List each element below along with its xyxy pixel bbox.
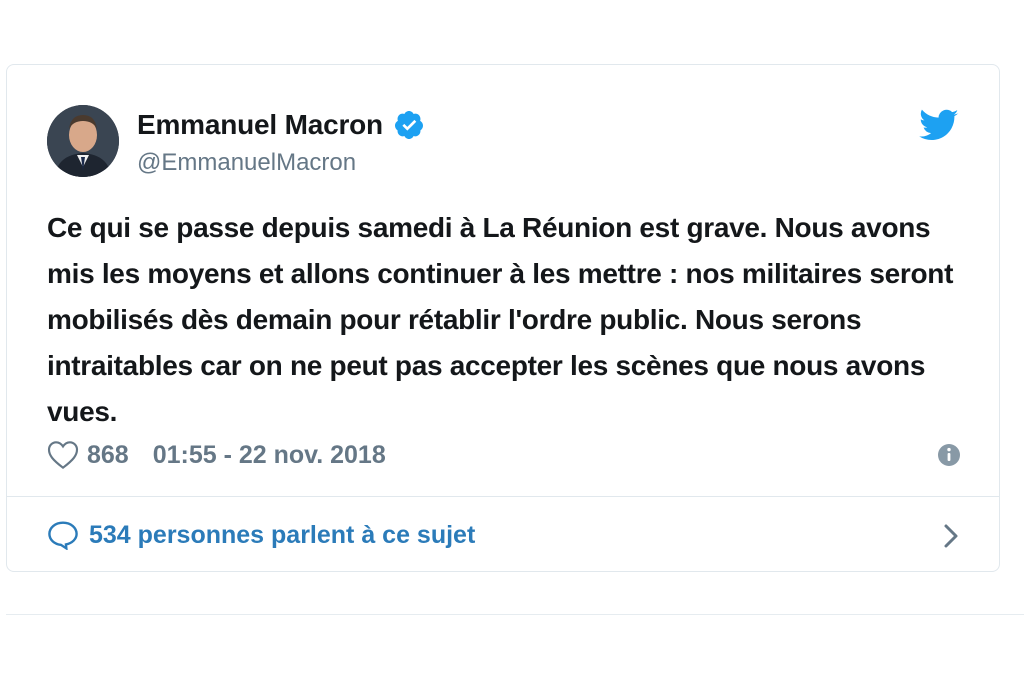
tweet-meta-row: 868 01:55 - 22 nov. 2018 — [47, 437, 961, 473]
avatar-image — [47, 105, 119, 177]
twitter-bird-icon[interactable] — [919, 109, 959, 143]
like-count[interactable]: 868 — [87, 441, 129, 470]
author-handle[interactable]: @EmmanuelMacron — [137, 149, 356, 177]
author-name-text: Emmanuel Macron — [137, 109, 383, 140]
tweet-text: Ce qui se passe depuis samedi à La Réuni… — [47, 212, 954, 427]
chevron-right-icon — [941, 521, 961, 551]
timestamp[interactable]: 01:55 - 22 nov. 2018 — [153, 441, 386, 470]
comment-bubble-icon — [47, 520, 79, 551]
tweet-card: Emmanuel Macron @EmmanuelMacron Ce qui s… — [6, 64, 1000, 572]
verified-badge-icon — [393, 109, 425, 141]
info-icon[interactable] — [937, 443, 961, 467]
heart-icon[interactable] — [47, 440, 79, 470]
avatar[interactable] — [47, 105, 119, 177]
conversation-label: 534 personnes parlent à ce sujet — [89, 520, 476, 549]
author-name[interactable]: Emmanuel Macron — [137, 109, 425, 141]
page-divider — [6, 614, 1024, 615]
divider — [7, 496, 999, 497]
conversation-link[interactable]: 534 personnes parlent à ce sujet — [47, 517, 961, 553]
